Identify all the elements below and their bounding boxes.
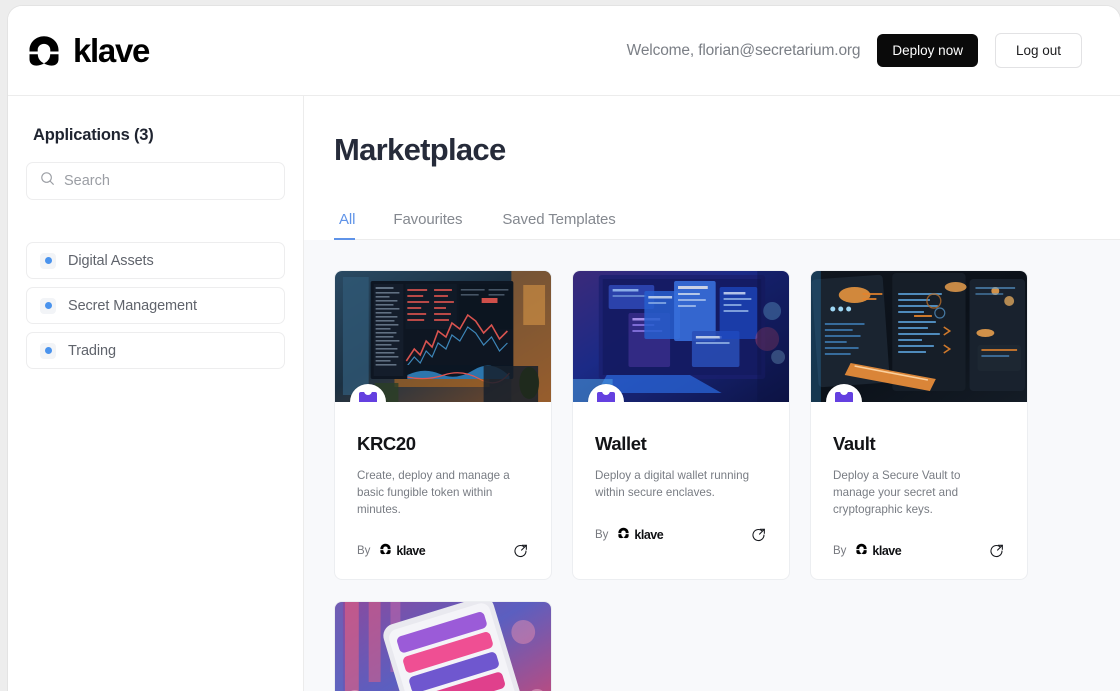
card-author: klave [379, 542, 426, 560]
card-footer: By klave [811, 518, 1027, 579]
cards-scroll-area[interactable]: WA KRC20 Create, deploy and manage a bas… [304, 240, 1120, 691]
search-field[interactable] [26, 162, 285, 200]
card-title: Wallet [595, 433, 647, 454]
card-body: Vault Deploy a Secure Vault to manage yo… [811, 402, 1027, 518]
author-name: klave [634, 527, 664, 542]
webassembly-icon: WA [359, 392, 377, 402]
body-row: Applications (3) Digital Assets S [8, 96, 1120, 691]
author-name: klave [396, 544, 426, 559]
card-description: Create, deploy and manage a basic fungib… [357, 469, 510, 516]
card-media: WA [811, 271, 1027, 402]
app-card-wallet[interactable]: WA Wallet Deploy a digital wallet runnin… [572, 270, 790, 581]
author-name: klave [872, 544, 902, 559]
category-label: Secret Management [68, 297, 197, 314]
welcome-text: Welcome, florian@secretarium.org [626, 41, 861, 59]
brand-name: klave [73, 31, 150, 69]
header-actions: Welcome, florian@secretarium.org Deploy … [627, 33, 1082, 68]
app-header: klave Welcome, florian@secretarium.org D… [8, 6, 1120, 96]
main-content: Marketplace All Favourites Saved Templat… [304, 96, 1120, 691]
card-body: Wallet Deploy a digital wallet running w… [573, 402, 789, 502]
app-card-vault[interactable]: WA Vault Deploy a Secure Vault to manage… [810, 270, 1028, 581]
webassembly-icon: WA [835, 392, 853, 402]
card-media: WA [573, 271, 789, 402]
sidebar: Applications (3) Digital Assets S [8, 96, 304, 691]
klave-arch-logo-icon [855, 542, 868, 560]
cards-grid: WA KRC20 Create, deploy and manage a bas… [334, 270, 1120, 691]
sidebar-item-secret-management[interactable]: Secret Management [26, 287, 285, 324]
logout-button[interactable]: Log out [994, 33, 1082, 68]
tab-favourites[interactable]: Favourites [373, 211, 482, 239]
category-dot-icon [40, 342, 56, 359]
card-description: Deploy a Secure Vault to manage your sec… [833, 469, 961, 516]
by-label: By [357, 545, 371, 558]
search-input[interactable] [64, 173, 271, 189]
category-dot-icon [40, 252, 56, 269]
card-footer: By klave [335, 518, 551, 579]
card-title: Vault [833, 433, 876, 454]
klave-arch-logo-icon [617, 526, 630, 544]
search-icon [40, 171, 55, 191]
webassembly-icon: WA [597, 392, 615, 402]
tab-all[interactable]: All [334, 211, 373, 240]
card-author: klave [855, 542, 902, 560]
card-description: Deploy a digital wallet running within s… [595, 469, 750, 499]
by-label: By [833, 545, 847, 558]
category-label: Digital Assets [68, 252, 154, 269]
by-label: By [595, 528, 609, 541]
card-footer: By klave [573, 502, 789, 563]
applications-heading: Applications (3) [33, 126, 154, 144]
main-header: Marketplace All Favourites Saved Templat… [304, 96, 1120, 240]
brand[interactable]: klave [26, 31, 150, 70]
app-card-krc20[interactable]: WA KRC20 Create, deploy and manage a bas… [334, 270, 552, 581]
tab-bar: All Favourites Saved Templates [334, 211, 1120, 240]
tab-saved-templates[interactable]: Saved Templates [482, 211, 635, 239]
external-link-icon[interactable] [513, 543, 529, 559]
klave-arch-logo-icon [26, 34, 62, 68]
page-title: Marketplace [334, 132, 506, 167]
klave-arch-logo-icon [379, 542, 392, 560]
card-body: KRC20 Create, deploy and manage a basic … [335, 402, 551, 518]
card-media: WA [335, 271, 551, 402]
card-media: WA [335, 602, 551, 691]
card-author: klave [617, 526, 664, 544]
app-card-partial[interactable]: WA By klave [334, 601, 552, 691]
card-title: KRC20 [357, 433, 416, 454]
app-window: klave Welcome, florian@secretarium.org D… [8, 6, 1120, 691]
sidebar-item-trading[interactable]: Trading [26, 332, 285, 369]
external-link-icon[interactable] [751, 527, 767, 543]
sidebar-item-digital-assets[interactable]: Digital Assets [26, 242, 285, 279]
deploy-now-button[interactable]: Deploy now [877, 34, 978, 67]
category-list: Digital Assets Secret Management Trading [26, 242, 285, 369]
category-dot-icon [40, 297, 56, 314]
category-label: Trading [68, 342, 116, 359]
external-link-icon[interactable] [989, 543, 1005, 559]
